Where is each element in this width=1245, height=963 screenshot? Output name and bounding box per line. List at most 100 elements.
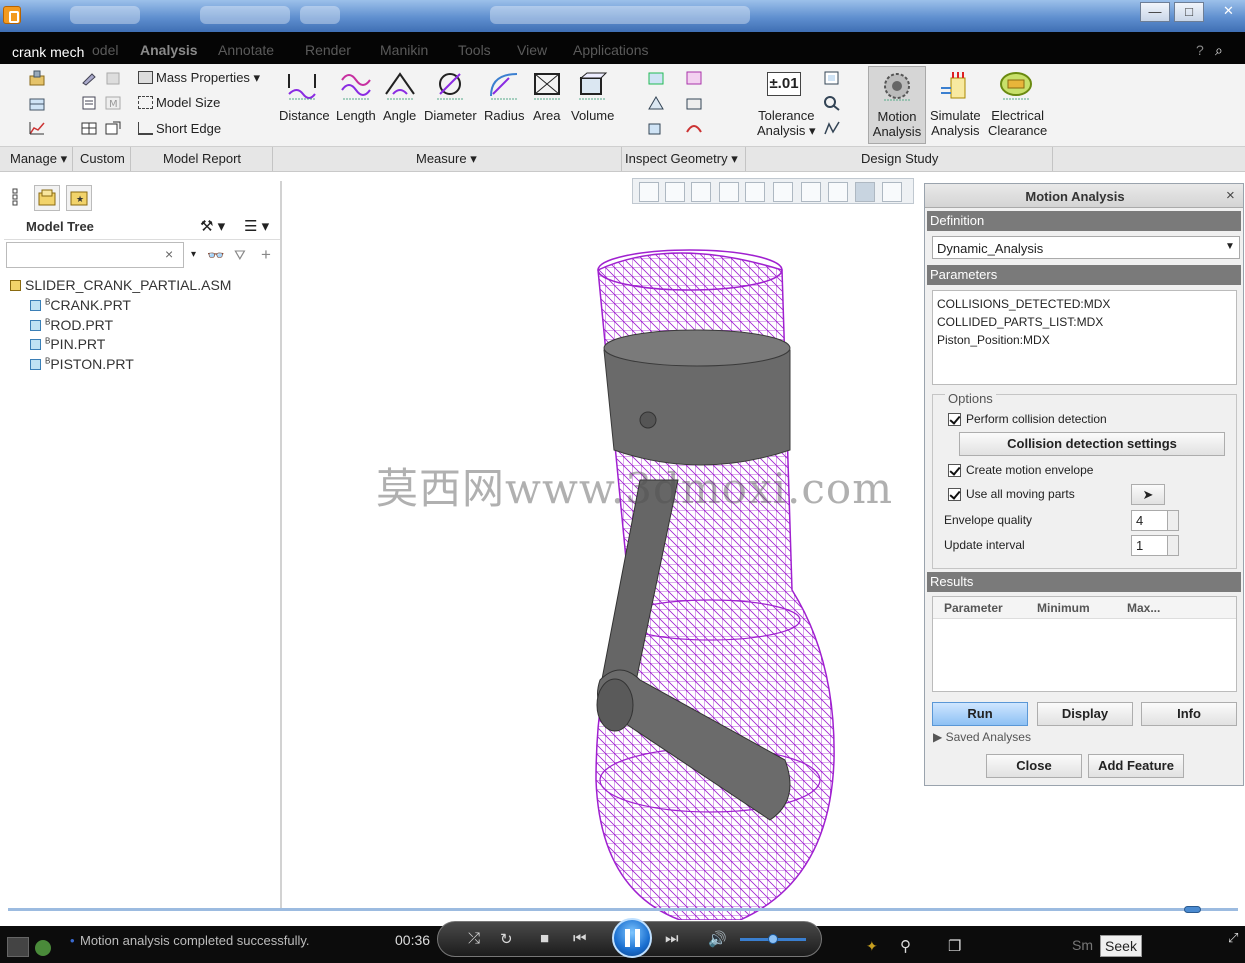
definition-dropdown[interactable]: Dynamic_Analysis ▼ <box>932 236 1240 259</box>
maximize-button[interactable]: □ <box>1174 2 1204 22</box>
tree-item-piston[interactable]: BPISTON.PRT <box>30 356 134 372</box>
envelope-quality-stepper[interactable] <box>1167 510 1179 531</box>
group-measure[interactable]: Measure ▾ <box>416 151 477 167</box>
inspect-offset-icon[interactable] <box>647 120 665 136</box>
mass-properties-button[interactable]: Mass Properties ▾ <box>138 70 260 86</box>
simulate-analysis-button[interactable]: Simulate Analysis <box>930 108 981 138</box>
repeat-icon[interactable]: ↻ <box>500 930 513 948</box>
tree-item-rod[interactable]: BROD.PRT <box>30 317 113 333</box>
filter-icon[interactable]: ⛛ <box>234 247 246 264</box>
model-size-button[interactable]: Model Size <box>138 95 220 110</box>
tolerance-analysis-button[interactable]: Tolerance Analysis ▾ <box>757 108 816 139</box>
add-column-icon[interactable]: + <box>261 245 271 265</box>
info-button[interactable]: Info <box>1141 702 1237 726</box>
area-button[interactable]: Area <box>533 108 560 123</box>
pause-button[interactable] <box>612 918 652 958</box>
manage-graph-icon[interactable] <box>28 120 46 136</box>
stop-icon[interactable]: ■ <box>540 930 549 947</box>
parameter-item[interactable]: Piston_Position:MDX <box>937 333 1050 347</box>
clear-filter-icon[interactable]: × <box>165 246 173 262</box>
angle-button[interactable]: Angle <box>383 108 416 123</box>
tree-item-crank[interactable]: BCRANK.PRT <box>30 297 131 313</box>
tab-model[interactable]: odel <box>92 42 118 58</box>
group-inspect-geometry[interactable]: Inspect Geometry ▾ <box>625 151 738 167</box>
collision-settings-button[interactable]: Collision detection settings <box>959 432 1225 456</box>
search-icon[interactable]: ⌕ <box>1215 42 1223 59</box>
electrical-clearance-icon[interactable] <box>999 70 1033 102</box>
custom-grid-icon[interactable] <box>80 120 98 136</box>
radius-button[interactable]: Radius <box>484 108 524 123</box>
tab-folder-browser[interactable] <box>34 185 60 211</box>
manage-table-icon[interactable] <box>28 96 46 112</box>
volume-icon[interactable] <box>575 70 609 102</box>
inspect-section-icon[interactable] <box>647 70 665 86</box>
motion-analysis-button[interactable]: Motion Analysis <box>868 66 926 144</box>
diameter-button[interactable]: Diameter <box>424 108 477 123</box>
display-button[interactable]: Display <box>1037 702 1133 726</box>
tab-analysis[interactable]: Analysis <box>140 42 198 58</box>
angle-icon[interactable] <box>383 70 417 102</box>
annotation-display-icon[interactable] <box>882 182 902 202</box>
tab-applications[interactable]: Applications <box>573 42 649 58</box>
binoculars-icon[interactable]: 👓 <box>207 247 224 264</box>
tolerance-analysis-icon[interactable]: ±.01 <box>767 72 801 96</box>
filter-dropdown-icon[interactable]: ▾ <box>191 249 196 260</box>
video-progress-track[interactable] <box>8 908 1238 911</box>
simulate-analysis-icon[interactable] <box>939 70 973 102</box>
binoculars-status-icon[interactable]: ⚲ <box>900 937 911 955</box>
design-study-search-icon[interactable] <box>823 95 841 111</box>
custom-report-icon[interactable] <box>80 95 98 111</box>
volume-thumb[interactable] <box>768 934 778 944</box>
parameter-item[interactable]: COLLISIONS_DETECTED:MDX <box>937 297 1110 311</box>
tab-annotate[interactable]: Annotate <box>218 42 274 58</box>
parameter-item[interactable]: COLLIDED_PARTS_LIST:MDX <box>937 315 1103 329</box>
distance-button[interactable]: Distance <box>279 108 330 123</box>
tab-render[interactable]: Render <box>305 42 351 58</box>
update-interval-stepper[interactable] <box>1167 535 1179 556</box>
design-study-graph-icon[interactable] <box>823 120 841 136</box>
electrical-clearance-button[interactable]: Electrical Clearance <box>988 108 1047 138</box>
distance-icon[interactable] <box>285 70 319 102</box>
parameters-list[interactable]: COLLISIONS_DETECTED:MDX COLLIDED_PARTS_L… <box>932 290 1237 385</box>
volume-icon[interactable]: 🔊 <box>708 930 727 948</box>
short-edge-button[interactable]: Short Edge <box>138 121 221 136</box>
tree-item-assembly[interactable]: SLIDER_CRANK_PARTIAL.ASM <box>10 277 231 293</box>
close-window-button[interactable]: ✕ <box>1212 2 1245 22</box>
area-icon[interactable] <box>530 70 564 102</box>
dialog-close-icon[interactable]: × <box>1226 187 1235 204</box>
results-column-header[interactable]: Max... <box>1127 601 1160 615</box>
model-tree-search-input[interactable]: × <box>6 242 184 268</box>
custom-relation-icon[interactable] <box>80 70 98 86</box>
previous-icon[interactable]: ⏮ <box>573 930 587 947</box>
video-progress-thumb[interactable] <box>1184 906 1201 913</box>
next-icon[interactable]: ⏭ <box>665 930 679 947</box>
custom-m-icon[interactable]: M <box>104 95 122 111</box>
perform-collision-checkbox[interactable] <box>948 413 961 426</box>
tab-manikin[interactable]: Manikin <box>380 42 428 58</box>
view-manager-icon[interactable] <box>801 182 821 202</box>
use-all-parts-checkbox[interactable] <box>948 488 961 501</box>
zoom-out-icon[interactable] <box>691 182 711 202</box>
tab-favorites[interactable]: ★ <box>66 185 92 211</box>
window-switch-icon[interactable]: ❐ <box>948 937 961 955</box>
design-study-table-icon[interactable] <box>823 70 841 86</box>
radius-icon[interactable] <box>487 70 521 102</box>
tab-model-tree[interactable] <box>8 185 34 211</box>
custom-disabled-icon[interactable] <box>104 70 122 86</box>
minimize-button[interactable]: — <box>1140 2 1170 22</box>
volume-button[interactable]: Volume <box>571 108 614 123</box>
fullscreen-icon[interactable]: ⤢ <box>1228 930 1238 946</box>
results-column-header[interactable]: Parameter <box>944 601 1003 615</box>
saved-analyses-expander[interactable]: ▶ Saved Analyses <box>933 730 1031 744</box>
saved-orientations-icon[interactable] <box>773 182 793 202</box>
globe-icon[interactable] <box>35 940 51 956</box>
refit-icon[interactable] <box>639 182 659 202</box>
shuffle-icon[interactable]: ⤮ <box>468 930 480 947</box>
datum-display-icon[interactable] <box>828 182 848 202</box>
select-parts-button[interactable]: ➤ <box>1131 484 1165 505</box>
display-style-icon[interactable] <box>745 182 765 202</box>
add-feature-button[interactable]: Add Feature <box>1088 754 1184 778</box>
inspect-deviation-icon[interactable] <box>685 120 703 136</box>
inspect-dihedral-icon[interactable] <box>647 95 665 111</box>
results-column-header[interactable]: Minimum <box>1037 601 1090 615</box>
